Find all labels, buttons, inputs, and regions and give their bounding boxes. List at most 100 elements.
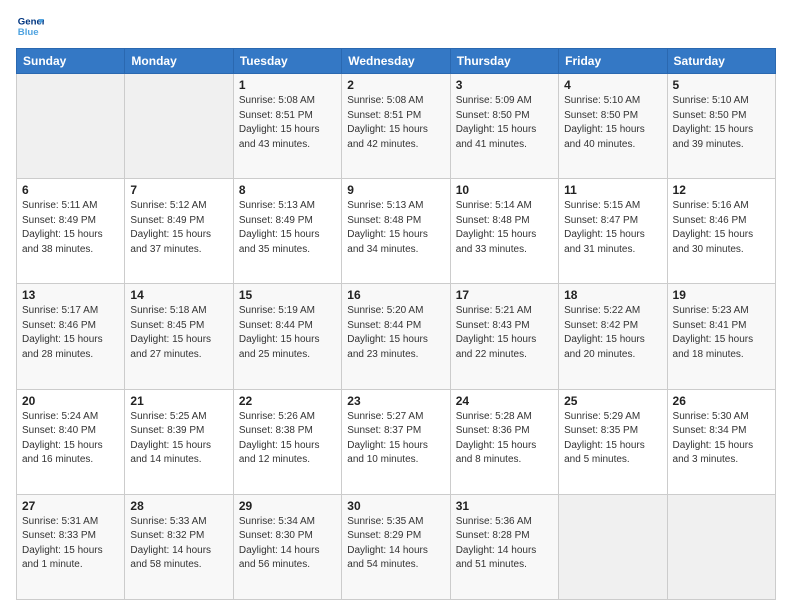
day-number: 6 — [22, 183, 119, 197]
day-info: Sunrise: 5:29 AMSunset: 8:35 PMDaylight:… — [564, 410, 661, 468]
calendar-cell: 31Sunrise: 5:36 AMSunset: 8:28 PMDayligh… — [450, 494, 558, 599]
day-number: 20 — [22, 394, 119, 408]
calendar-cell: 24 Sunrise: 5:28 AMSunset: 8:36 PMDayligh… — [450, 389, 558, 494]
day-number: 13 — [22, 288, 119, 302]
day-number: 22 — [239, 394, 336, 408]
calendar-header: SundayMondayTuesdayWednesdayThursdayFrid… — [17, 49, 776, 74]
calendar-cell: 26Sunrise: 5:30 AMSunset: 8:34 PMDayligh… — [667, 389, 775, 494]
day-info: Sunrise: 5:08 AMSunset: 8:51 PMDaylight:… — [347, 94, 444, 152]
day-number: 24 — [456, 394, 553, 408]
calendar-week-5: 27 Sunrise: 5:31 AMSunset: 8:33 PMDayligh… — [17, 494, 776, 599]
calendar-cell: 12 Sunrise: 5:16 AMSunset: 8:46 PMDayligh… — [667, 179, 775, 284]
day-number: 31 — [456, 499, 553, 513]
calendar-cell: 3 Sunrise: 5:09 AMSunset: 8:50 PMDaylight… — [450, 74, 558, 179]
day-number: 18 — [564, 288, 661, 302]
calendar-cell: 1Sunrise: 5:08 AMSunset: 8:51 PMDaylight… — [233, 74, 341, 179]
day-info: Sunrise: 5:10 AMSunset: 8:50 PMDaylight:… — [673, 94, 770, 152]
weekday-header-monday: Monday — [125, 49, 233, 74]
calendar-cell: 5 Sunrise: 5:10 AMSunset: 8:50 PMDaylight… — [667, 74, 775, 179]
day-info: Sunrise: 5:28 AMSunset: 8:36 PMDaylight:… — [456, 410, 553, 468]
calendar-cell: 4Sunrise: 5:10 AMSunset: 8:50 PMDaylight… — [559, 74, 667, 179]
calendar-cell: 14Sunrise: 5:18 AMSunset: 8:45 PMDayligh… — [125, 284, 233, 389]
day-info: Sunrise: 5:26 AMSunset: 8:38 PMDaylight:… — [239, 410, 336, 468]
day-info: Sunrise: 5:17 AMSunset: 8:46 PMDaylight:… — [22, 304, 119, 362]
day-number: 11 — [564, 183, 661, 197]
day-info: Sunrise: 5:19 AMSunset: 8:44 PMDaylight:… — [239, 304, 336, 362]
day-info: Sunrise: 5:11 AMSunset: 8:49 PMDaylight:… — [22, 199, 119, 257]
calendar-cell: 20 Sunrise: 5:24 AMSunset: 8:40 PMDayligh… — [17, 389, 125, 494]
calendar-cell: 6 Sunrise: 5:11 AMSunset: 8:49 PMDaylight… — [17, 179, 125, 284]
day-info: Sunrise: 5:25 AMSunset: 8:39 PMDaylight:… — [130, 410, 227, 468]
calendar-cell: 19 Sunrise: 5:23 AMSunset: 8:41 PMDayligh… — [667, 284, 775, 389]
calendar-week-4: 20 Sunrise: 5:24 AMSunset: 8:40 PMDayligh… — [17, 389, 776, 494]
calendar-cell — [667, 494, 775, 599]
calendar-cell: 22 Sunrise: 5:26 AMSunset: 8:38 PMDayligh… — [233, 389, 341, 494]
day-info: Sunrise: 5:21 AMSunset: 8:43 PMDaylight:… — [456, 304, 553, 362]
calendar-cell: 15Sunrise: 5:19 AMSunset: 8:44 PMDayligh… — [233, 284, 341, 389]
day-number: 23 — [347, 394, 444, 408]
day-number: 2 — [347, 78, 444, 92]
day-info: Sunrise: 5:22 AMSunset: 8:42 PMDaylight:… — [564, 304, 661, 362]
calendar-cell: 2 Sunrise: 5:08 AMSunset: 8:51 PMDaylight… — [342, 74, 450, 179]
day-info: Sunrise: 5:16 AMSunset: 8:46 PMDaylight:… — [673, 199, 770, 257]
day-number: 27 — [22, 499, 119, 513]
calendar-week-1: 1Sunrise: 5:08 AMSunset: 8:51 PMDaylight… — [17, 74, 776, 179]
day-number: 12 — [673, 183, 770, 197]
day-number: 19 — [673, 288, 770, 302]
day-number: 21 — [130, 394, 227, 408]
day-number: 25 — [564, 394, 661, 408]
calendar-cell: 25 Sunrise: 5:29 AMSunset: 8:35 PMDayligh… — [559, 389, 667, 494]
calendar-cell: 27 Sunrise: 5:31 AMSunset: 8:33 PMDayligh… — [17, 494, 125, 599]
day-info: Sunrise: 5:08 AMSunset: 8:51 PMDaylight:… — [239, 94, 336, 152]
weekday-header-friday: Friday — [559, 49, 667, 74]
calendar-week-3: 13 Sunrise: 5:17 AMSunset: 8:46 PMDayligh… — [17, 284, 776, 389]
day-info: Sunrise: 5:31 AMSunset: 8:33 PMDaylight:… — [22, 515, 119, 573]
day-number: 5 — [673, 78, 770, 92]
day-info: Sunrise: 5:20 AMSunset: 8:44 PMDaylight:… — [347, 304, 444, 362]
calendar-cell: 21 Sunrise: 5:25 AMSunset: 8:39 PMDayligh… — [125, 389, 233, 494]
calendar-cell — [125, 74, 233, 179]
day-info: Sunrise: 5:24 AMSunset: 8:40 PMDaylight:… — [22, 410, 119, 468]
day-number: 28 — [130, 499, 227, 513]
day-number: 7 — [130, 183, 227, 197]
header: General Blue — [16, 12, 776, 40]
weekday-header-tuesday: Tuesday — [233, 49, 341, 74]
calendar-cell: 10Sunrise: 5:14 AMSunset: 8:48 PMDayligh… — [450, 179, 558, 284]
day-info: Sunrise: 5:12 AMSunset: 8:49 PMDaylight:… — [130, 199, 227, 257]
day-number: 14 — [130, 288, 227, 302]
calendar-cell: 13 Sunrise: 5:17 AMSunset: 8:46 PMDayligh… — [17, 284, 125, 389]
calendar-table: SundayMondayTuesdayWednesdayThursdayFrid… — [16, 48, 776, 600]
day-number: 8 — [239, 183, 336, 197]
calendar-cell: 29Sunrise: 5:34 AMSunset: 8:30 PMDayligh… — [233, 494, 341, 599]
weekday-header-wednesday: Wednesday — [342, 49, 450, 74]
day-info: Sunrise: 5:09 AMSunset: 8:50 PMDaylight:… — [456, 94, 553, 152]
day-number: 26 — [673, 394, 770, 408]
calendar-cell — [559, 494, 667, 599]
calendar-cell: 30Sunrise: 5:35 AMSunset: 8:29 PMDayligh… — [342, 494, 450, 599]
calendar-body: 1Sunrise: 5:08 AMSunset: 8:51 PMDaylight… — [17, 74, 776, 600]
day-number: 4 — [564, 78, 661, 92]
weekday-row: SundayMondayTuesdayWednesdayThursdayFrid… — [17, 49, 776, 74]
logo-icon: General Blue — [16, 12, 44, 40]
calendar-cell: 8 Sunrise: 5:13 AMSunset: 8:49 PMDaylight… — [233, 179, 341, 284]
logo: General Blue — [16, 12, 48, 40]
day-number: 9 — [347, 183, 444, 197]
calendar-cell: 18 Sunrise: 5:22 AMSunset: 8:42 PMDayligh… — [559, 284, 667, 389]
calendar-cell: 9Sunrise: 5:13 AMSunset: 8:48 PMDaylight… — [342, 179, 450, 284]
weekday-header-sunday: Sunday — [17, 49, 125, 74]
day-info: Sunrise: 5:23 AMSunset: 8:41 PMDaylight:… — [673, 304, 770, 362]
day-number: 30 — [347, 499, 444, 513]
day-number: 16 — [347, 288, 444, 302]
calendar-cell: 11Sunrise: 5:15 AMSunset: 8:47 PMDayligh… — [559, 179, 667, 284]
day-info: Sunrise: 5:34 AMSunset: 8:30 PMDaylight:… — [239, 515, 336, 573]
day-number: 3 — [456, 78, 553, 92]
calendar-cell: 17Sunrise: 5:21 AMSunset: 8:43 PMDayligh… — [450, 284, 558, 389]
calendar-week-2: 6 Sunrise: 5:11 AMSunset: 8:49 PMDaylight… — [17, 179, 776, 284]
day-info: Sunrise: 5:13 AMSunset: 8:49 PMDaylight:… — [239, 199, 336, 257]
svg-text:Blue: Blue — [18, 27, 39, 38]
day-info: Sunrise: 5:27 AMSunset: 8:37 PMDaylight:… — [347, 410, 444, 468]
calendar-cell — [17, 74, 125, 179]
calendar-cell: 16 Sunrise: 5:20 AMSunset: 8:44 PMDayligh… — [342, 284, 450, 389]
calendar-cell: 7 Sunrise: 5:12 AMSunset: 8:49 PMDaylight… — [125, 179, 233, 284]
weekday-header-saturday: Saturday — [667, 49, 775, 74]
